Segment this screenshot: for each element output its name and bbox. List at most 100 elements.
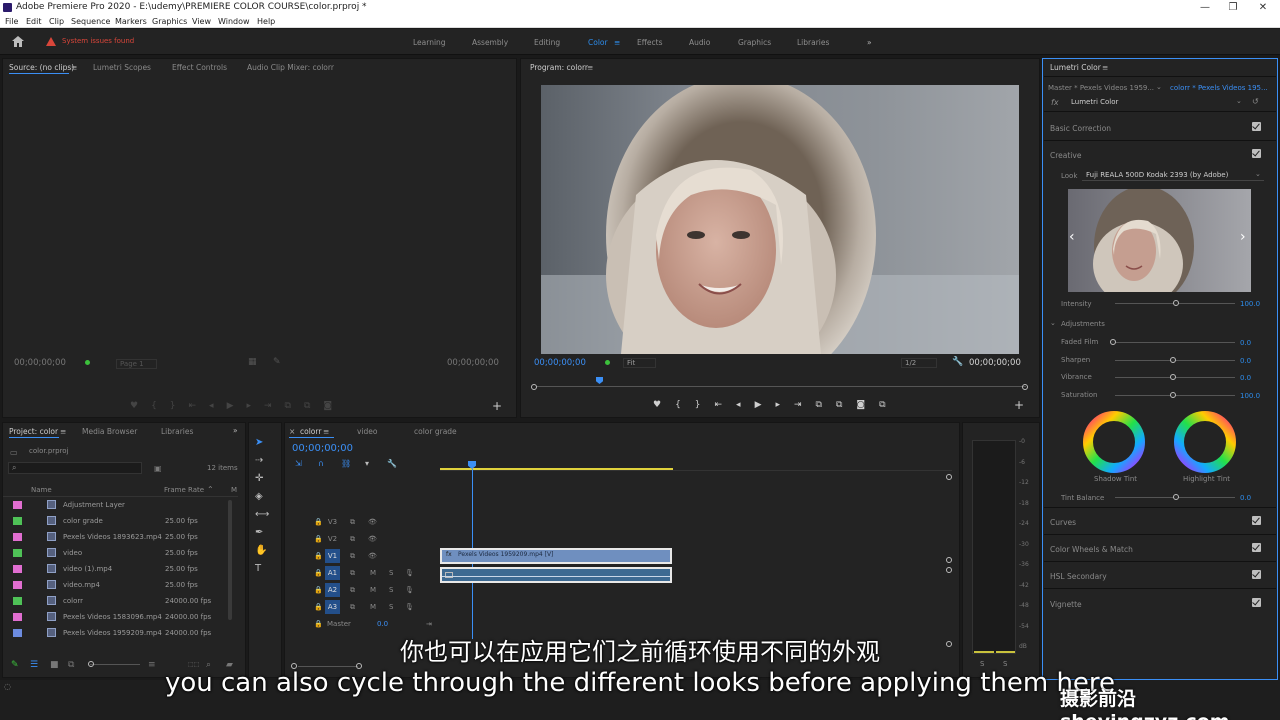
source-timecode-left[interactable]: 00;00;00;00 — [14, 358, 66, 368]
source-transport-controls[interactable]: ♥{}⇤◂▶▸⇥⧉⧉◙ — [130, 401, 390, 413]
type-tool-icon[interactable]: T — [255, 560, 271, 578]
project-item-row[interactable]: Pexels Videos 1583096.mp4 24000.00 fps — [0, 609, 230, 625]
menu-help[interactable]: Help — [257, 15, 275, 28]
timeline-timecode[interactable]: 00;00;00;00 — [292, 443, 353, 454]
track-select-tool-icon[interactable]: ⇢ — [255, 452, 271, 470]
slider-value[interactable]: 0.0 — [1240, 339, 1251, 347]
section-curves[interactable]: Curves — [1050, 518, 1076, 527]
section-color-wheels[interactable]: Color Wheels & Match — [1050, 545, 1133, 554]
solo-track-button[interactable]: S — [389, 586, 393, 594]
linked-selection-icon[interactable]: ⛓ — [341, 459, 351, 468]
shadow-tint-wheel[interactable] — [1082, 410, 1146, 474]
source-timecode-right[interactable]: 00;00;00;00 — [447, 358, 499, 368]
razor-tool-icon[interactable]: ◈ — [255, 488, 271, 506]
track-lock-icon[interactable]: 🔒 — [314, 569, 323, 577]
slip-tool-icon[interactable]: ⟷ — [255, 506, 271, 524]
vignette-checkbox[interactable] — [1252, 598, 1261, 607]
sync-lock-icon[interactable]: ⧉ — [350, 586, 355, 595]
tab-project[interactable]: Project: color — [9, 427, 58, 436]
maximize-button[interactable]: ❐ — [1220, 0, 1246, 15]
solo-track-button[interactable]: S — [389, 603, 393, 611]
project-item-row[interactable]: Adjustment Layer — [0, 497, 230, 513]
previous-look-chevron-left-icon[interactable]: ‹ — [1069, 230, 1075, 244]
label-color-swatch[interactable] — [13, 517, 22, 525]
intensity-slider-knob[interactable] — [1173, 300, 1179, 306]
source-wrench-icon[interactable]: ✎ — [273, 358, 281, 367]
workspace-tab-editing[interactable]: Editing — [534, 38, 560, 47]
sync-lock-icon[interactable]: ⧉ — [350, 569, 355, 578]
source-tab-menu-icon[interactable]: ≡ — [71, 63, 77, 72]
workspace-tab-libraries[interactable]: Libraries — [797, 38, 829, 47]
project-item-row[interactable]: Pexels Videos 1893623.mp4 25.00 fps — [0, 529, 230, 545]
tint-balance-value[interactable]: 0.0 — [1240, 494, 1251, 502]
hand-tool-icon[interactable]: ✋ — [255, 542, 271, 560]
tab-lumetri-scopes[interactable]: Lumetri Scopes — [93, 63, 151, 72]
mute-track-button[interactable]: M — [370, 569, 376, 577]
toggle-output-eye-icon[interactable]: 👁 — [368, 535, 377, 543]
menu-edit[interactable]: Edit — [26, 15, 42, 28]
tab-media-browser[interactable]: Media Browser — [82, 427, 137, 436]
intensity-value[interactable]: 100.0 — [1240, 300, 1260, 308]
workspace-menu-icon[interactable]: ≡ — [614, 38, 620, 47]
track-target-v3[interactable]: V3 — [325, 515, 340, 529]
program-monitor-title[interactable]: Program: colorr — [530, 63, 588, 72]
master-volume-value[interactable]: 0.0 — [377, 620, 388, 628]
color-wheels-checkbox[interactable] — [1252, 543, 1261, 552]
track-lock-icon[interactable]: 🔒 — [314, 586, 323, 594]
project-item-row[interactable]: color grade 25.00 fps — [0, 513, 230, 529]
menu-sequence[interactable]: Sequence — [71, 15, 110, 28]
adjustment-slider-track[interactable] — [1115, 342, 1235, 343]
label-color-swatch[interactable] — [13, 533, 22, 541]
sequence-clip-selector[interactable]: colorr * Pexels Videos 195... — [1170, 84, 1268, 92]
more-workspaces-icon[interactable]: » — [867, 38, 872, 47]
close-button[interactable]: ✕ — [1250, 0, 1276, 15]
label-color-swatch[interactable] — [13, 581, 22, 589]
source-settings-icon[interactable]: ▦ — [248, 358, 257, 367]
pen-tool-icon[interactable]: ✒ — [255, 524, 271, 542]
program-scrubber[interactable] — [530, 377, 1028, 390]
project-item-row[interactable]: video (1).mp4 25.00 fps — [0, 561, 230, 577]
lumetri-menu-icon[interactable]: ≡ — [1102, 63, 1108, 72]
column-name[interactable]: Name — [31, 486, 52, 494]
program-resolution-dropdown[interactable]: 1/2 — [901, 358, 938, 368]
master-clip-chevron-down-icon[interactable]: ⌄ — [1156, 83, 1162, 91]
master-clip-selector[interactable]: Master * Pexels Videos 1959... — [1048, 84, 1154, 92]
voice-over-mic-icon[interactable]: 🎙 — [405, 569, 414, 577]
mute-track-button[interactable]: M — [370, 586, 376, 594]
new-bin-icon[interactable]: ▣ — [154, 464, 162, 473]
insert-nest-icon[interactable]: ⇲ — [295, 459, 302, 468]
label-color-swatch[interactable] — [13, 501, 22, 509]
project-item-row[interactable]: colorr 24000.00 fps — [0, 593, 230, 609]
menu-graphics[interactable]: Graphics — [152, 15, 187, 28]
tab-audio-clip-mixer[interactable]: Audio Clip Mixer: colorr — [247, 63, 334, 72]
sync-lock-icon[interactable]: ⧉ — [350, 535, 355, 544]
toggle-output-eye-icon[interactable]: 👁 — [368, 518, 377, 526]
master-lock-icon[interactable]: 🔒 — [314, 620, 323, 628]
sync-lock-icon[interactable]: ⧉ — [350, 603, 355, 612]
track-lock-icon[interactable]: 🔒 — [314, 552, 323, 560]
menu-window[interactable]: Window — [218, 15, 250, 28]
slider-value[interactable]: 0.0 — [1240, 357, 1251, 365]
project-search-input[interactable]: ⌕ — [8, 462, 142, 474]
hsl-secondary-checkbox[interactable] — [1252, 570, 1261, 579]
workspace-tab-learning[interactable]: Learning — [413, 38, 446, 47]
slider-value[interactable]: 0.0 — [1240, 374, 1251, 382]
track-lock-icon[interactable]: 🔒 — [314, 535, 323, 543]
label-color-swatch[interactable] — [13, 597, 22, 605]
snap-icon[interactable]: ∩ — [318, 459, 324, 468]
column-frame-rate[interactable]: Frame Rate — [164, 486, 204, 494]
source-page-dropdown[interactable]: Page 1 — [116, 359, 157, 369]
track-target-a1[interactable]: A1 — [325, 566, 340, 580]
system-issues-link[interactable]: System issues found — [62, 37, 134, 45]
menu-clip[interactable]: Clip — [49, 15, 64, 28]
sync-lock-icon[interactable]: ⧉ — [350, 552, 355, 561]
workspace-tab-assembly[interactable]: Assembly — [472, 38, 508, 47]
workspace-tab-audio[interactable]: Audio — [689, 38, 710, 47]
timeline-tab-colorr[interactable]: colorr — [300, 427, 321, 436]
highlight-tint-wheel[interactable] — [1173, 410, 1237, 474]
column-more[interactable]: M — [231, 486, 237, 494]
track-lock-icon[interactable]: 🔒 — [314, 603, 323, 611]
toggle-output-eye-icon[interactable]: 👁 — [368, 552, 377, 560]
section-creative[interactable]: Creative — [1050, 151, 1081, 160]
tab-libraries[interactable]: Libraries — [161, 427, 193, 436]
